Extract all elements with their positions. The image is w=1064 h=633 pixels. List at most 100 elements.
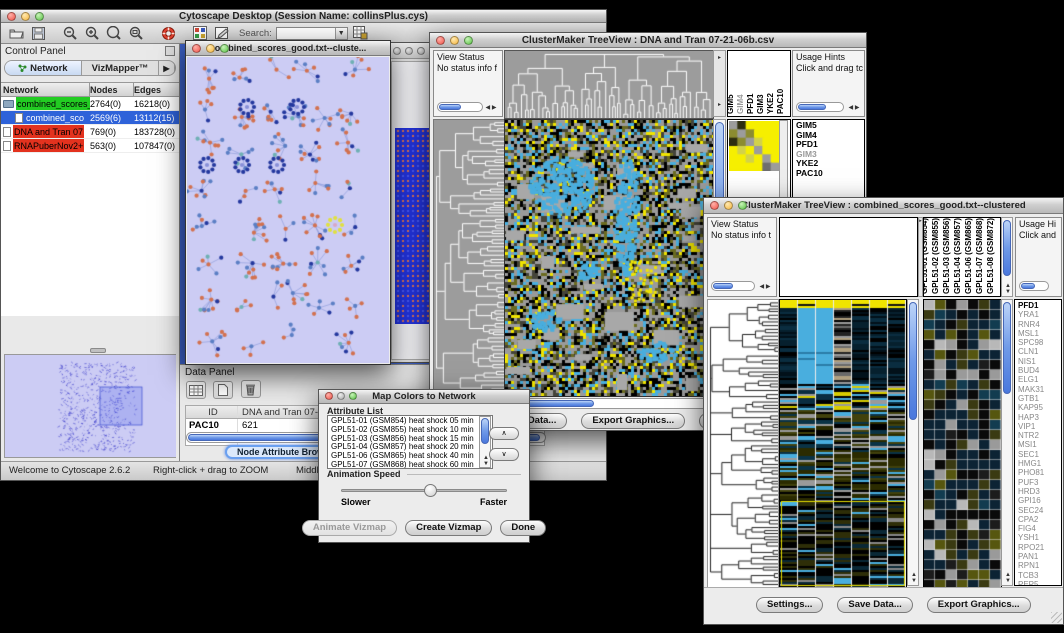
dense-network-canvas[interactable] — [395, 128, 431, 324]
gene-label[interactable]: NIS1 — [1018, 357, 1061, 366]
zoom-in-icon[interactable] — [83, 25, 101, 41]
gene-label[interactable]: CPA2 — [1018, 515, 1061, 524]
scroll-arrows[interactable]: ◀ ▶ — [483, 105, 499, 111]
attribute-list-vscrollbar[interactable]: ▲▼ — [479, 416, 491, 468]
float-panel-icon[interactable] — [165, 46, 175, 56]
gene-label[interactable]: RPO21 — [1018, 543, 1061, 552]
close-button[interactable] — [710, 201, 719, 210]
gene-label[interactable]: ELG1 — [1018, 375, 1061, 384]
minimize-button[interactable] — [206, 44, 215, 53]
gene-label[interactable]: BUD4 — [1018, 366, 1061, 375]
status-hscrollbar[interactable] — [711, 281, 755, 291]
gene-label[interactable]: GPI16 — [1018, 496, 1061, 505]
search-dropdown-icon[interactable]: ▼ — [335, 28, 347, 39]
gene-label[interactable]: PFD1 — [1018, 301, 1061, 310]
attribute-list[interactable]: GPL51-01 (GSM854) heat shock 05 minGPL51… — [327, 415, 493, 469]
zoomed-heatmap[interactable] — [923, 299, 1002, 588]
minimize-button[interactable] — [337, 392, 345, 400]
zoom-button[interactable] — [35, 12, 44, 21]
tab-overflow-arrow[interactable]: ▶ — [159, 61, 175, 75]
minimize-button[interactable] — [21, 12, 30, 21]
gene-label[interactable]: MAK31 — [1018, 385, 1061, 394]
zoom-button[interactable] — [738, 201, 747, 210]
gene-label[interactable]: RNR4 — [1018, 320, 1061, 329]
network-row[interactable]: DNA and Tran 07769(0)183728(0) — [1, 125, 179, 139]
gene-label[interactable]: HAP3 — [1018, 413, 1061, 422]
hints-hscrollbar[interactable] — [1019, 281, 1049, 291]
heatmap-vscrollbar[interactable]: ▲▼ — [907, 299, 919, 586]
network-row[interactable]: combined_scores_2764(0)16218(0) — [1, 97, 179, 111]
gene-label[interactable]: PEP5 — [1018, 580, 1061, 586]
gene-label[interactable]: PAC10 — [796, 169, 864, 179]
new-attribute-icon[interactable] — [213, 381, 233, 399]
labels-vscrollbar[interactable]: ▲▼ — [1001, 217, 1013, 297]
search-input[interactable]: ▼ — [276, 27, 348, 40]
gene-label[interactable]: SEC1 — [1018, 450, 1061, 459]
network-row[interactable]: combined_sco2569(6)13112(15) — [1, 111, 179, 125]
main-titlebar[interactable]: Cytoscape Desktop (Session Name: collins… — [1, 10, 606, 23]
gene-label[interactable]: MSL1 — [1018, 329, 1061, 338]
similarity-heatmap[interactable] — [504, 119, 714, 397]
gene-label[interactable]: MSI1 — [1018, 440, 1061, 449]
close-button[interactable] — [325, 392, 333, 400]
tree-splitter[interactable]: ▸▸ — [713, 50, 726, 117]
gene-label[interactable]: CLN1 — [1018, 347, 1061, 356]
save-data-button[interactable]: Save Data... — [837, 597, 912, 613]
export-graphics-button[interactable]: Export Graphics... — [581, 413, 685, 429]
gene-label[interactable]: RPN1 — [1018, 561, 1061, 570]
zoom-out-icon[interactable] — [61, 25, 79, 41]
close-button[interactable] — [192, 44, 201, 53]
zoom-button[interactable] — [464, 36, 473, 45]
cluster-matrix[interactable] — [729, 121, 779, 171]
expression-heatmap[interactable] — [779, 299, 907, 588]
zoom-button[interactable] — [349, 392, 357, 400]
minimize-button[interactable] — [450, 36, 459, 45]
network-overview[interactable] — [4, 354, 176, 458]
zoom-fit-icon[interactable] — [127, 25, 145, 41]
scroll-arrows[interactable]: ◀ ▶ — [757, 284, 773, 290]
zoom-button[interactable] — [220, 44, 229, 53]
gene-label[interactable]: TCB3 — [1018, 571, 1061, 580]
gene-label[interactable]: KAP95 — [1018, 403, 1061, 412]
row-dendrogram[interactable] — [433, 119, 505, 397]
create-vizmap-button[interactable]: Create Vizmap — [405, 520, 492, 536]
delete-attribute-icon[interactable] — [241, 380, 261, 398]
network-row[interactable]: RNAPuberNov2+563(0)107847(0) — [1, 139, 179, 153]
zoom-button[interactable] — [417, 47, 425, 55]
scroll-arrows[interactable]: ▲▼ — [908, 572, 920, 584]
gene-label[interactable]: YSH1 — [1018, 533, 1061, 542]
close-button[interactable] — [7, 12, 16, 21]
import-table-icon[interactable] — [352, 25, 370, 41]
gene-label[interactable]: VIP1 — [1018, 422, 1061, 431]
help-ring-icon[interactable] — [159, 25, 177, 41]
gene-label[interactable]: SPC98 — [1018, 338, 1061, 347]
gene-label[interactable]: PUF3 — [1018, 478, 1061, 487]
gene-label[interactable]: SEC24 — [1018, 506, 1061, 515]
minimize-button[interactable] — [724, 201, 733, 210]
close-button[interactable] — [436, 36, 445, 45]
hints-hscrollbar[interactable] — [796, 102, 844, 112]
gene-label[interactable]: HMG1 — [1018, 459, 1061, 468]
tab-vizmapper[interactable]: VizMapper™ — [82, 61, 159, 75]
close-button[interactable] — [393, 47, 401, 55]
move-down-button[interactable]: ∨ — [489, 448, 519, 461]
network-canvas[interactable] — [187, 57, 389, 363]
attribute-item[interactable]: GPL51-07 (GSM868) heat shock 60 min — [331, 461, 478, 469]
vizmapper-icon[interactable] — [191, 25, 209, 41]
scroll-arrows[interactable]: ◀ ▶ — [846, 105, 862, 111]
zoom-actual-icon[interactable] — [105, 25, 123, 41]
resize-grip[interactable] — [1051, 612, 1062, 623]
annotation-icon[interactable] — [213, 25, 231, 41]
gene-label[interactable]: FIG4 — [1018, 524, 1061, 533]
animation-speed-slider[interactable] — [341, 489, 507, 492]
column-dendrogram[interactable] — [504, 50, 714, 119]
status-hscrollbar[interactable] — [437, 102, 483, 112]
table-view-icon[interactable] — [186, 381, 206, 399]
export-graphics-button[interactable]: Export Graphics... — [927, 597, 1031, 613]
gene-label[interactable]: HRD3 — [1018, 487, 1061, 496]
heatmap-hscrollbar[interactable] — [504, 398, 712, 409]
row-dendrogram[interactable] — [707, 299, 779, 588]
open-icon[interactable] — [7, 25, 25, 41]
slider-thumb[interactable] — [424, 484, 437, 497]
gene-label[interactable]: PAN1 — [1018, 552, 1061, 561]
